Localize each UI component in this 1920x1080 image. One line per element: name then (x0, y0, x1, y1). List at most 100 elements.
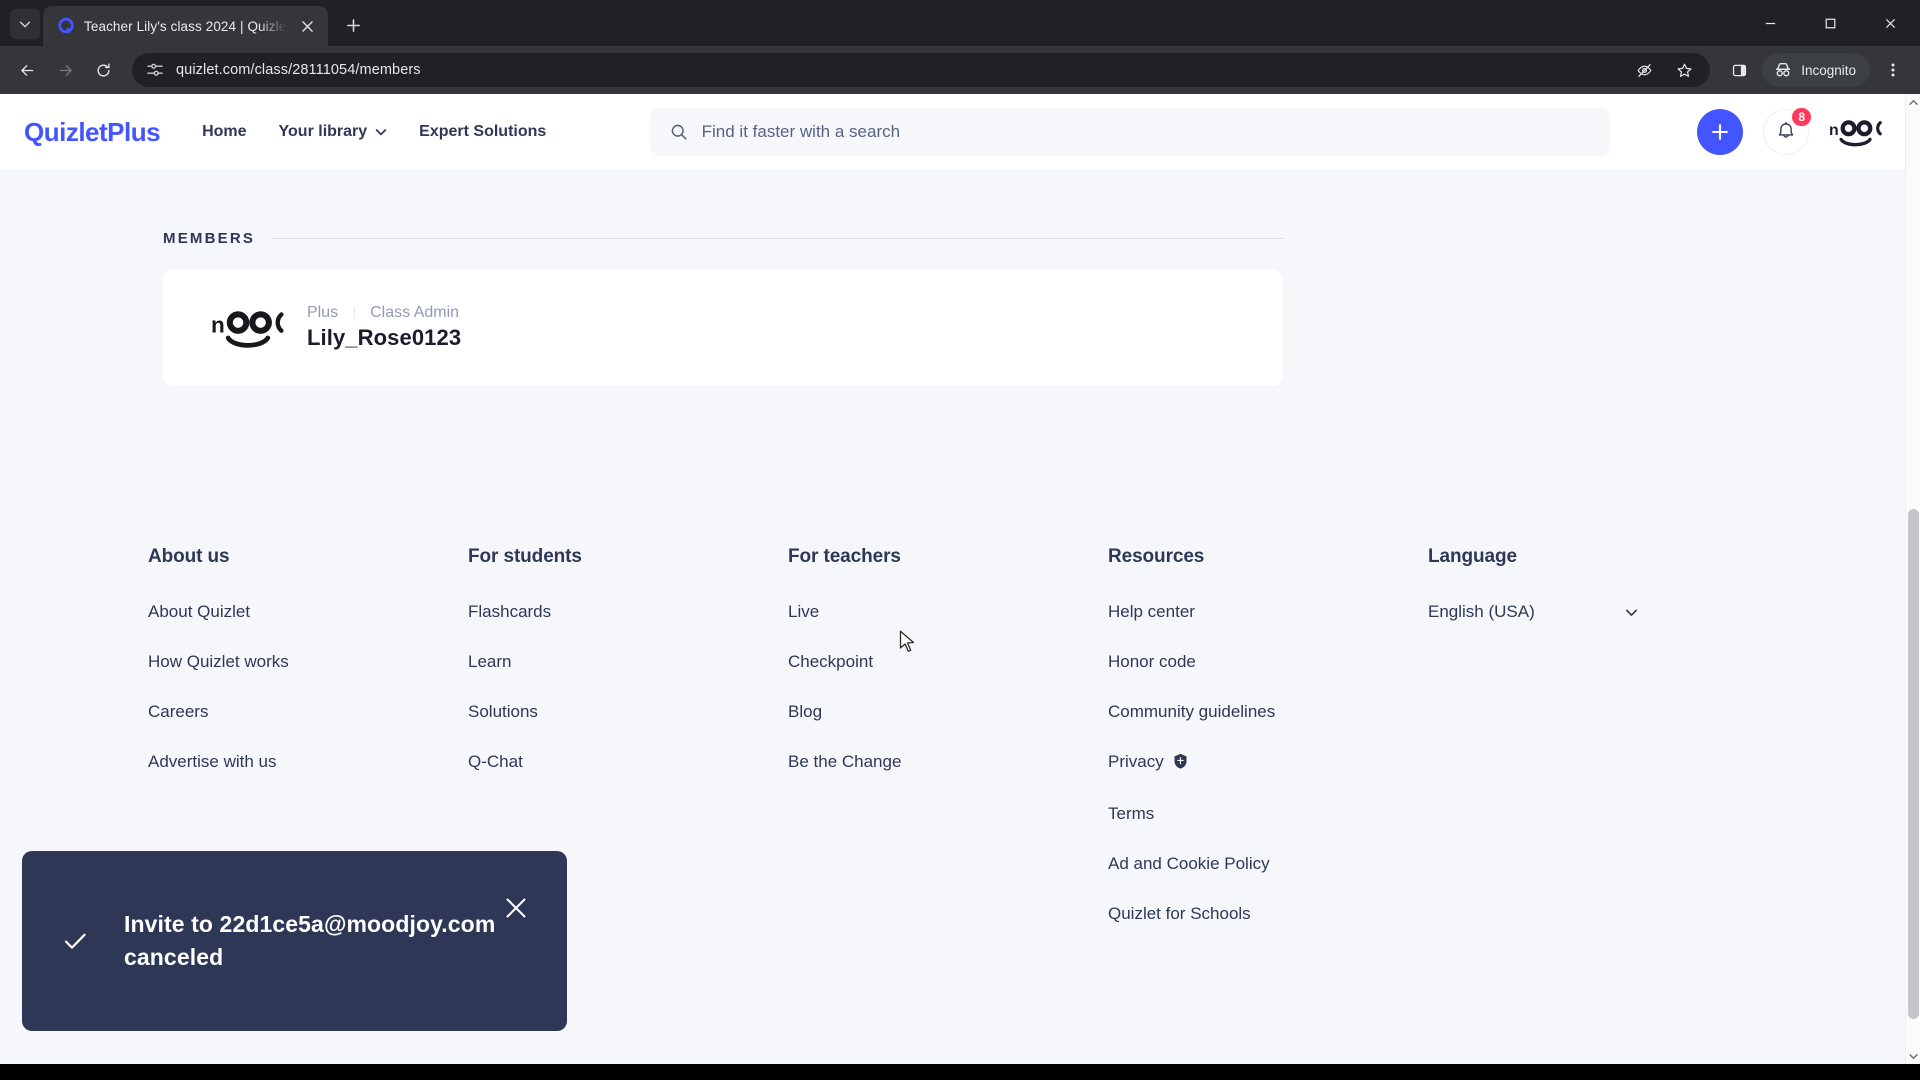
plus-icon (1712, 124, 1728, 140)
footer-link-label: Privacy (1108, 752, 1164, 771)
incognito-indicator[interactable]: Incognito (1762, 53, 1870, 87)
nav-label: Home (202, 123, 247, 140)
minimize-button[interactable] (1740, 0, 1800, 46)
footer-link-learn[interactable]: Learn (468, 652, 788, 672)
scrollbar-thumb[interactable] (1908, 509, 1919, 1019)
forward-button[interactable] (48, 53, 82, 87)
new-tab-button[interactable] (337, 9, 369, 41)
member-row[interactable]: n Plus Class Admin Lily_Rose0123 (163, 269, 1283, 386)
browser-tab[interactable]: Teacher Lily's class 2024 | Quizlet (43, 6, 328, 46)
avatar[interactable]: n (1829, 112, 1883, 152)
page-viewport: QuizletPlus Home Your library Expert Sol… (0, 94, 1920, 1064)
footer-link-solutions[interactable]: Solutions (468, 702, 788, 722)
tab-title: Teacher Lily's class 2024 | Quizlet (84, 18, 287, 34)
footer-link-checkpoint[interactable]: Checkpoint (788, 652, 1108, 672)
kebab-menu-icon (1891, 63, 1895, 77)
footer-heading: About us (148, 546, 230, 567)
footer-column-resources: Resources Help center Honor code Communi… (1108, 546, 1428, 954)
check-icon (62, 928, 88, 954)
omnibox-actions (1630, 56, 1698, 84)
nav-item-expert-solutions[interactable]: Expert Solutions (403, 113, 562, 151)
nav-item-your-library[interactable]: Your library (263, 113, 404, 151)
maximize-button[interactable] (1800, 0, 1860, 46)
page-settings-icon[interactable] (146, 61, 164, 79)
footer-link-q-chat[interactable]: Q-Chat (468, 752, 788, 772)
window-close-button[interactable] (1860, 0, 1920, 46)
footer-link-flashcards[interactable]: Flashcards (468, 602, 788, 622)
member-details: Plus Class Admin Lily_Rose0123 (307, 304, 491, 351)
footer-link-quizlet-for-schools[interactable]: Quizlet for Schools (1108, 904, 1428, 924)
primary-nav: Home Your library Expert Solutions (186, 113, 562, 151)
reload-button[interactable] (86, 53, 120, 87)
footer-link-privacy[interactable]: Privacy (1108, 752, 1428, 774)
footer-heading: For students (468, 546, 582, 567)
toast-notification: Invite to 22d1ce5a@moodjoy.com canceled (22, 851, 567, 1031)
tracking-protection-button[interactable] (1630, 56, 1658, 84)
browser-toolbar: quizlet.com/class/28111054/members Incog… (0, 46, 1920, 94)
url-text: quizlet.com/class/28111054/members (176, 62, 421, 78)
footer-link-ad-and-cookie-policy[interactable]: Ad and Cookie Policy (1108, 854, 1428, 874)
footer-link-live[interactable]: Live (788, 602, 1108, 622)
footer-link-terms[interactable]: Terms (1108, 804, 1428, 824)
window-controls (1740, 0, 1920, 46)
nav-item-home[interactable]: Home (186, 113, 262, 151)
language-selected-value: English (USA) (1428, 602, 1535, 621)
footer-heading: Language (1428, 546, 1517, 567)
quizlet-logo[interactable]: QuizletPlus (24, 117, 161, 148)
notification-count-badge: 8 (1790, 106, 1813, 128)
star-icon (1677, 63, 1692, 77)
status-badge: Plus (307, 304, 339, 321)
footer-link-about-quizlet[interactable]: About Quizlet (148, 602, 468, 622)
scroll-up-button[interactable] (1906, 94, 1920, 110)
address-bar[interactable]: quizlet.com/class/28111054/members (132, 53, 1711, 87)
maximize-icon (1825, 18, 1835, 28)
search-input[interactable]: Find it faster with a search (649, 108, 1610, 156)
footer-link-community-guidelines[interactable]: Community guidelines (1108, 702, 1428, 722)
quizlet-page: QuizletPlus Home Your library Expert Sol… (0, 94, 1905, 1064)
bookmark-button[interactable] (1670, 56, 1698, 84)
footer-link-honor-code[interactable]: Honor code (1108, 652, 1428, 672)
privacy-shield-icon (1173, 753, 1188, 774)
footer-link-help-center[interactable]: Help center (1108, 602, 1428, 622)
chevron-down-icon (1909, 1053, 1918, 1059)
create-button[interactable] (1697, 109, 1743, 155)
tab-strip: Teacher Lily's class 2024 | Quizlet (0, 0, 1920, 46)
svg-text:n: n (1829, 122, 1839, 139)
page-title: MEMBERS (163, 230, 256, 247)
search-area: Find it faster with a search (562, 108, 1697, 156)
nav-label: Expert Solutions (419, 123, 547, 140)
search-placeholder: Find it faster with a search (701, 122, 901, 141)
side-panel-button[interactable] (1722, 53, 1756, 87)
page-scrollbar[interactable] (1905, 94, 1920, 1064)
toast-message: Invite to 22d1ce5a@moodjoy.com canceled (124, 911, 496, 970)
notifications-button[interactable]: 8 (1763, 106, 1813, 155)
svg-text:n: n (211, 312, 225, 337)
incognito-label: Incognito (1801, 62, 1856, 78)
members-section-header: MEMBERS (163, 230, 1283, 247)
side-panel-icon (1732, 64, 1746, 76)
plus-icon (346, 18, 360, 32)
footer-link-careers[interactable]: Careers (148, 702, 468, 722)
bottom-bar (0, 1064, 1920, 1080)
back-arrow-icon (20, 64, 33, 76)
back-button[interactable] (10, 53, 44, 87)
footer-link-advertise-with-us[interactable]: Advertise with us (148, 752, 468, 772)
toast-close-button[interactable] (503, 895, 529, 921)
footer-heading: For teachers (788, 546, 901, 567)
footer-heading: Resources (1108, 546, 1205, 567)
member-tags: Plus Class Admin (307, 304, 491, 322)
footer-link-how-quizlet-works[interactable]: How Quizlet works (148, 652, 468, 672)
footer-link-be-the-change[interactable]: Be the Change (788, 752, 1108, 772)
tab-close-button[interactable] (296, 15, 318, 37)
member-avatar: n (211, 299, 285, 357)
language-selector[interactable]: English (USA) (1428, 602, 1638, 622)
quizlet-q-icon (57, 17, 75, 35)
window-close-icon (1885, 18, 1895, 28)
browser-window: Teacher Lily's class 2024 | Quizlet quiz… (0, 0, 1920, 1080)
member-username: Lily_Rose0123 (307, 325, 462, 350)
footer-link-blog[interactable]: Blog (788, 702, 1108, 722)
tab-search-button[interactable] (10, 9, 40, 39)
incognito-icon (1776, 63, 1791, 77)
scroll-down-button[interactable] (1906, 1048, 1920, 1064)
browser-menu-button[interactable] (1876, 53, 1910, 87)
